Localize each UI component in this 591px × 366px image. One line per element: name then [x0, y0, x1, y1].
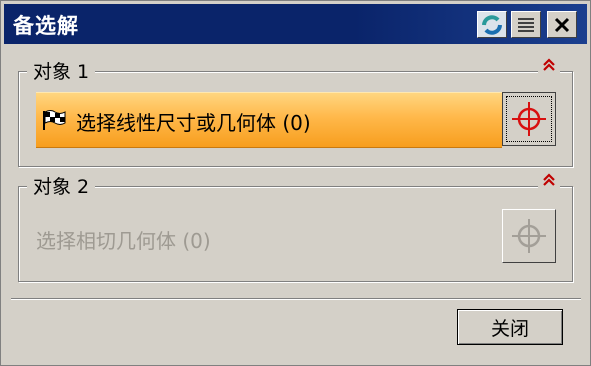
menu-button[interactable] — [511, 11, 541, 38]
object-1-selector[interactable]: 选择线性尺寸或几何体 (0) — [36, 92, 502, 148]
object-2-selector-text[interactable]: 选择相切几何体 (0) — [36, 225, 211, 254]
object-1-label: 对象 1 — [27, 57, 96, 84]
dialog-window: 备选解 对象 1 选择线性尺寸或几何体 (0) 对象 2 选择相切几何体 (0)… — [0, 0, 591, 366]
crosshair-icon — [512, 219, 546, 253]
object-2-group: 对象 2 选择相切几何体 (0) — [18, 172, 573, 282]
object-2-label: 对象 2 — [27, 172, 96, 199]
object-2-target-button[interactable] — [502, 209, 556, 263]
refresh-button[interactable] — [477, 11, 507, 38]
object-1-group: 对象 1 选择线性尺寸或几何体 (0) — [18, 57, 573, 167]
title-bar[interactable]: 备选解 — [4, 4, 587, 44]
crosshair-icon — [512, 102, 546, 136]
close-icon — [554, 17, 570, 32]
object-1-target-button[interactable] — [502, 92, 556, 146]
close-button[interactable]: 关闭 — [457, 309, 563, 345]
double-chevron-up-icon[interactable] — [538, 58, 560, 75]
separator — [11, 298, 581, 300]
object-1-selector-text: 选择线性尺寸或几何体 (0) — [76, 111, 311, 135]
checkered-flag-icon — [43, 110, 66, 130]
close-window-button[interactable] — [547, 11, 577, 38]
refresh-icon — [482, 14, 502, 35]
menu-icon — [518, 17, 534, 32]
window-title: 备选解 — [13, 14, 79, 38]
double-chevron-up-icon[interactable] — [538, 173, 560, 190]
